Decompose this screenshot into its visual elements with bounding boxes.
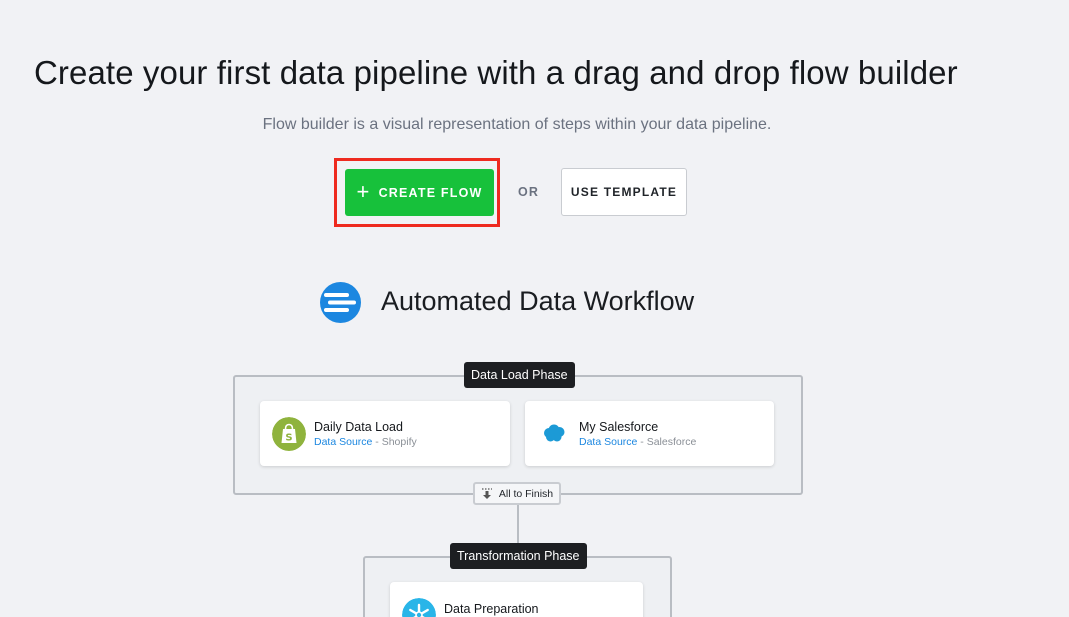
all-to-finish-button[interactable]: All to Finish <box>473 482 561 505</box>
step-name: Daily Data Load <box>314 420 403 434</box>
step-meta: Data Source - Salesforce <box>579 436 696 448</box>
phase-connector-line <box>517 505 519 543</box>
snowflake-icon <box>402 598 436 617</box>
arrow-down-icon <box>481 487 492 499</box>
shopify-icon: S <box>272 417 306 451</box>
step-source: Shopify <box>381 436 417 448</box>
step-source: Salesforce <box>646 436 697 448</box>
step-name: Data Preparation <box>444 602 539 616</box>
phase-label-data-load: Data Load Phase <box>464 362 575 388</box>
page: Create your first data pipeline with a d… <box>0 0 1069 617</box>
step-kind: Data Source <box>314 436 373 448</box>
salesforce-icon <box>537 417 571 451</box>
step-meta: Data Source - Shopify <box>314 436 417 448</box>
connector-label: All to Finish <box>498 487 554 500</box>
meta-separator: - <box>372 436 382 448</box>
or-separator: OR <box>518 185 540 199</box>
step-name: My Salesforce <box>579 420 659 434</box>
step-card-data-preparation[interactable]: Data Preparation <box>390 582 643 617</box>
create-flow-button[interactable]: + CREATE FLOW <box>345 169 494 216</box>
workflow-title: Automated Data Workflow <box>381 286 695 316</box>
page-title: Create your first data pipeline with a d… <box>34 54 958 91</box>
meta-separator: - <box>637 436 647 448</box>
phase-label-transformation: Transformation Phase <box>450 543 587 569</box>
step-card-daily-data-load[interactable]: S Daily Data Load Data Source - Shopify <box>260 401 510 466</box>
step-kind: Data Source <box>579 436 638 448</box>
svg-text:S: S <box>285 433 292 444</box>
plus-icon: + <box>356 178 371 204</box>
page-subtitle: Flow builder is a visual representation … <box>262 116 772 133</box>
create-flow-label: CREATE FLOW <box>378 185 483 200</box>
workflow-logo-icon <box>320 282 361 323</box>
step-card-my-salesforce[interactable]: My Salesforce Data Source - Salesforce <box>525 401 774 466</box>
use-template-button[interactable]: USE TEMPLATE <box>561 168 687 216</box>
